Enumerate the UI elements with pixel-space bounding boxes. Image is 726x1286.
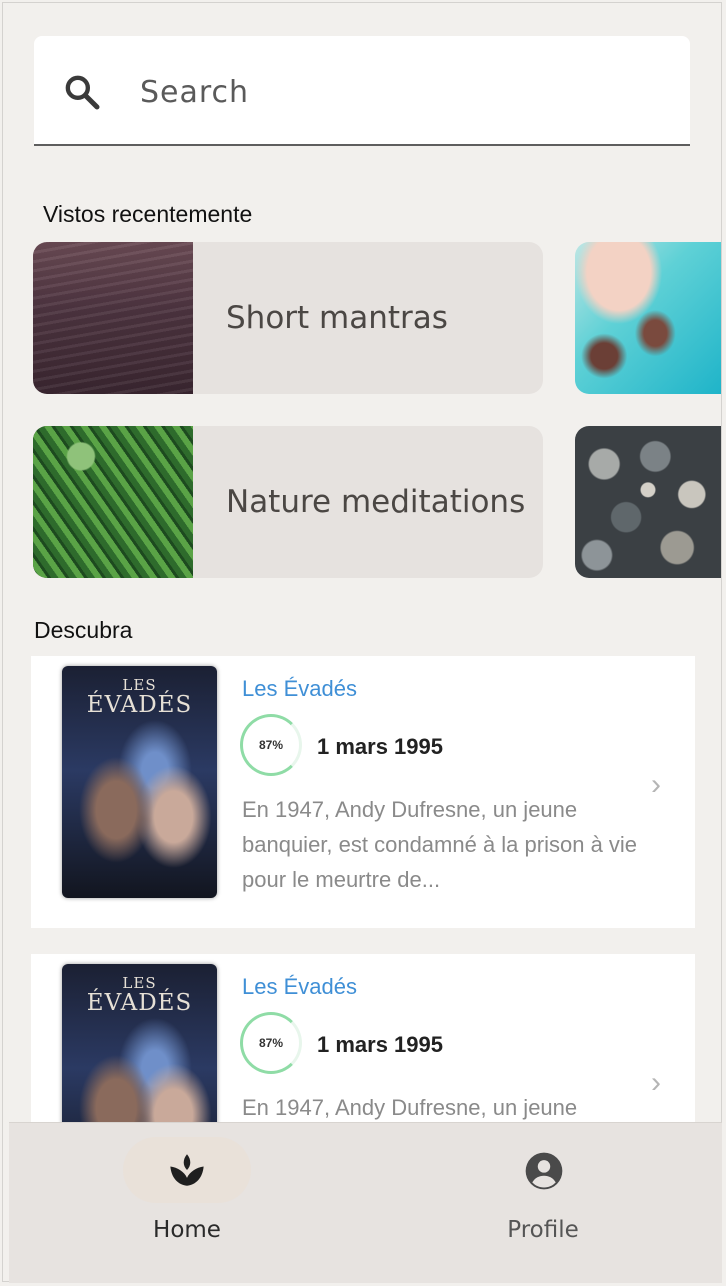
nav-home-label: Home	[153, 1217, 221, 1243]
movie-card[interactable]: LES ÉVADÉS Les Évadés 87% 1 mars 1995 En…	[31, 656, 695, 928]
movie-date: 1 mars 1995	[317, 1032, 443, 1057]
recent-card-nature-meditations[interactable]: Nature meditations	[33, 426, 543, 578]
score-badge: 87%	[240, 1012, 302, 1074]
nav-profile[interactable]: Profile	[365, 1123, 721, 1283]
search-bar[interactable]	[34, 36, 690, 146]
score-badge: 87%	[240, 714, 302, 776]
recent-card-label: Short mantras	[226, 300, 448, 336]
beach-image	[575, 242, 721, 394]
movie-date: 1 mars 1995	[317, 734, 443, 759]
movie-card[interactable]: LES ÉVADÉS Les Évadés 87% 1 mars 1995 En…	[31, 954, 695, 1122]
recent-card-label: Nature meditations	[226, 484, 526, 520]
recent-card-partial[interactable]	[575, 426, 721, 578]
ocean-image	[33, 242, 193, 394]
pebbles-image	[575, 426, 721, 578]
movie-poster: LES ÉVADÉS	[62, 964, 217, 1122]
bottom-navigation: Home Profile	[9, 1122, 722, 1283]
spa-icon	[170, 1154, 204, 1186]
nav-profile-label: Profile	[507, 1217, 579, 1243]
movie-title: Les Évadés	[242, 676, 357, 701]
poster-text: ÉVADÉS	[86, 990, 193, 1016]
search-icon	[65, 75, 100, 110]
search-input[interactable]	[138, 66, 662, 118]
movie-description: En 1947, Andy Dufresne, un jeune	[242, 1095, 578, 1120]
poster-text: ÉVADÉS	[86, 692, 193, 718]
movie-description: En 1947, Andy Dufresne, un jeune banquie…	[242, 797, 638, 892]
movie-title: Les Évadés	[242, 974, 357, 999]
recent-card-short-mantras[interactable]: Short mantras	[33, 242, 543, 394]
chevron-right-icon: ›	[651, 1066, 661, 1099]
recent-section-title: Vistos recentemente	[43, 201, 253, 227]
chevron-right-icon: ›	[651, 768, 661, 801]
recent-card-partial[interactable]	[575, 242, 721, 394]
discover-section-title: Descubra	[34, 617, 133, 643]
account-circle-icon	[525, 1152, 563, 1190]
nav-home[interactable]: Home	[9, 1123, 365, 1283]
movie-poster: LES ÉVADÉS	[62, 666, 217, 898]
leaves-image	[33, 426, 193, 578]
